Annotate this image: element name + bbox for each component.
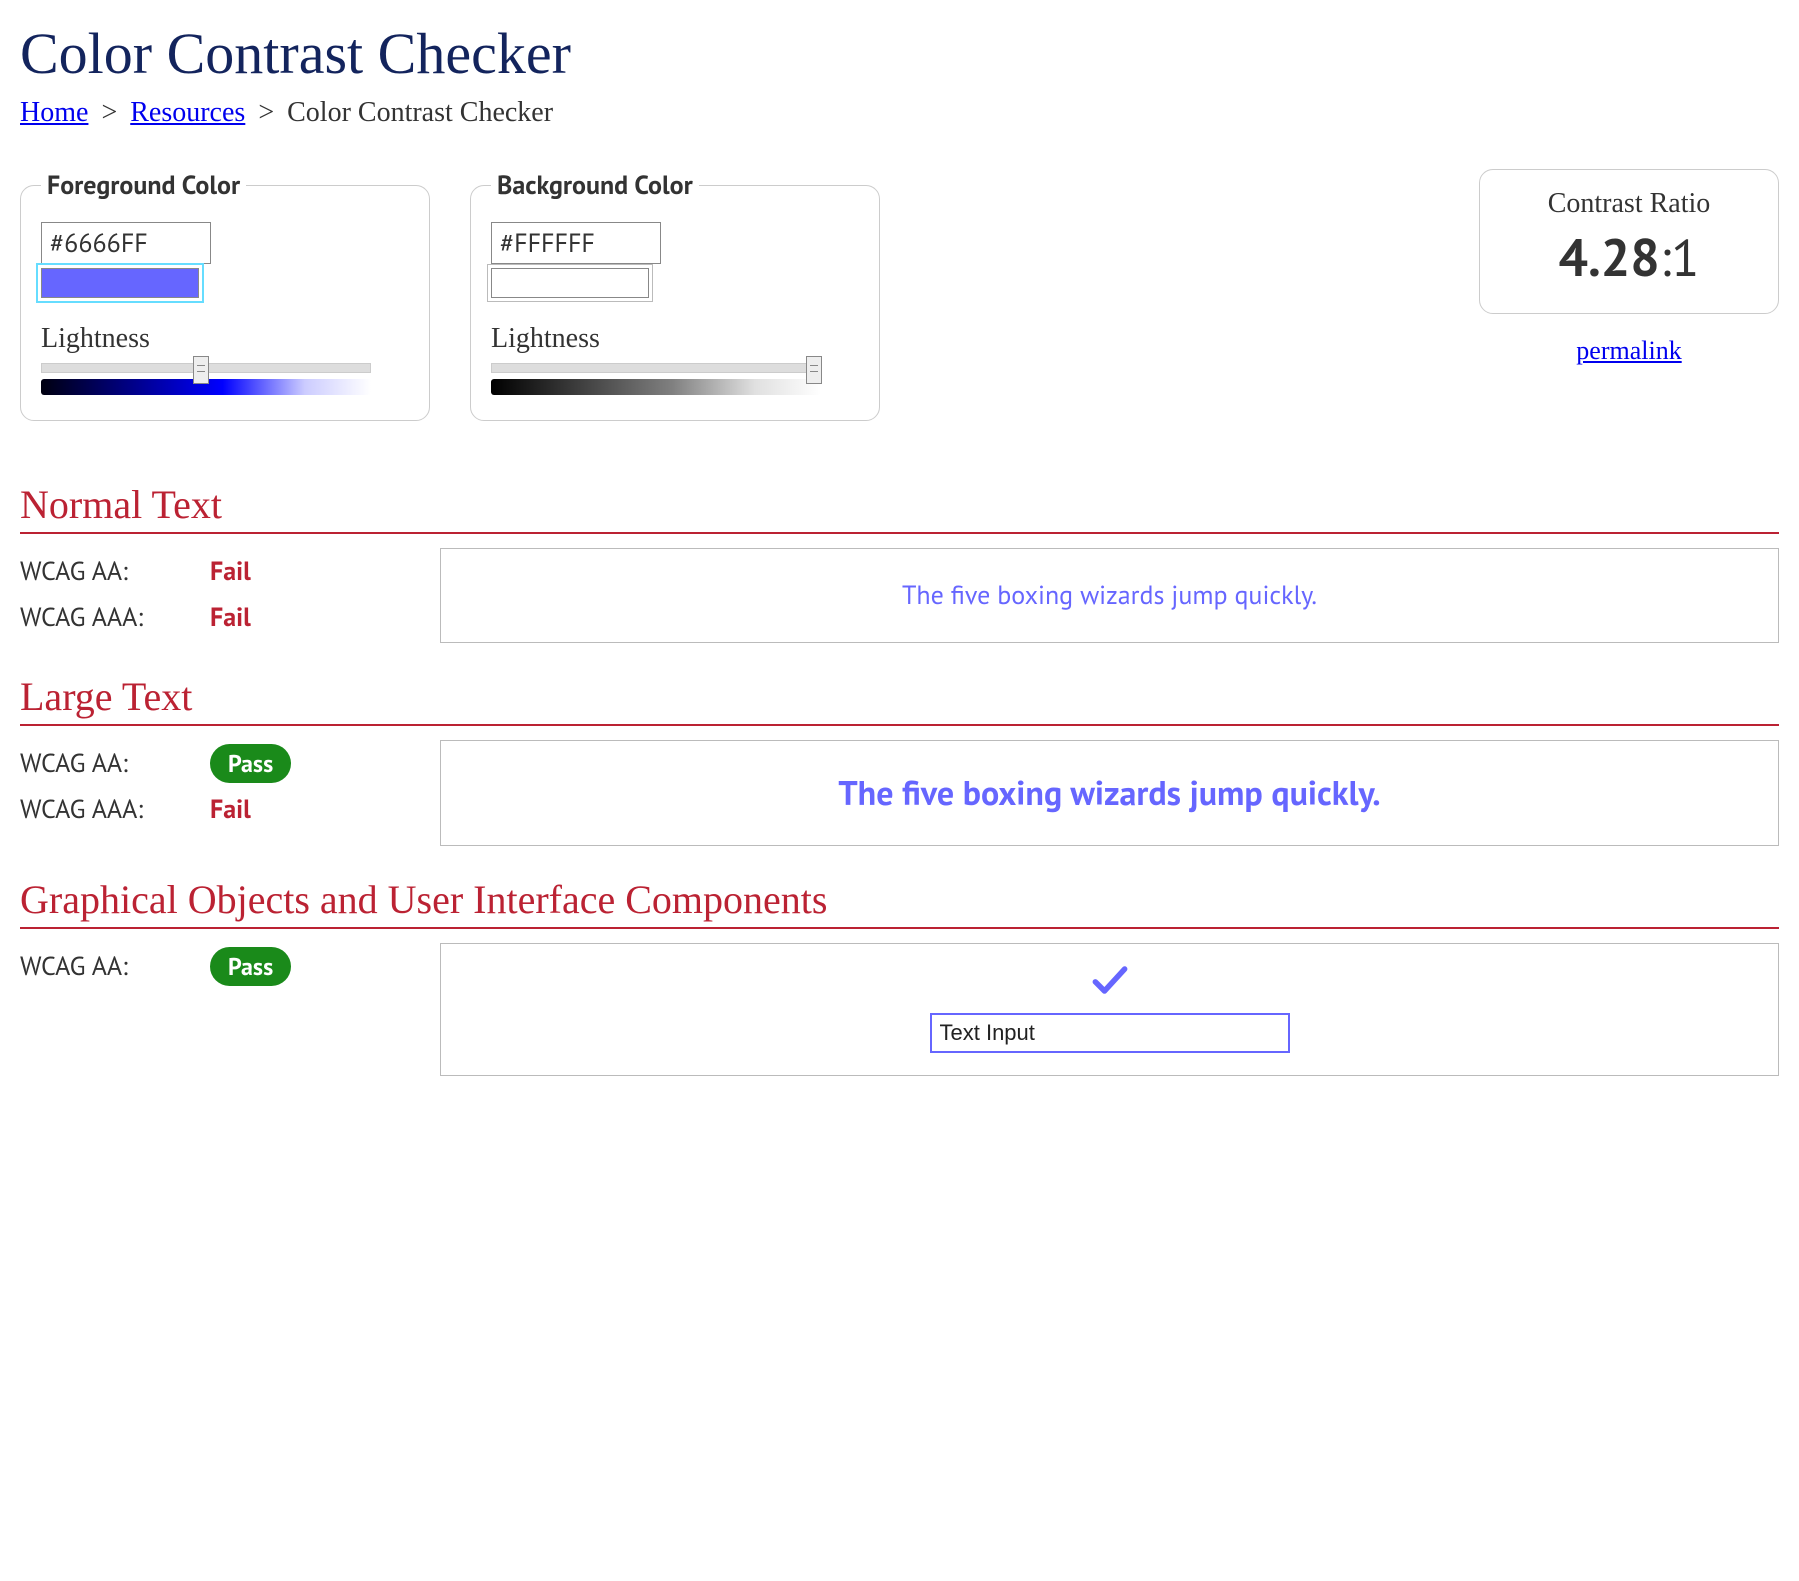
foreground-swatch[interactable] bbox=[41, 268, 199, 298]
page-title: Color Contrast Checker bbox=[20, 20, 1779, 87]
large-wcag-aaa-label: WCAG AAA: bbox=[20, 793, 210, 826]
foreground-lightness-slider[interactable] bbox=[41, 363, 371, 373]
background-lightness-slider[interactable] bbox=[491, 363, 821, 373]
slider-thumb[interactable] bbox=[806, 356, 822, 384]
large-wcag-aa-result: Pass bbox=[210, 744, 291, 783]
background-legend: Background Color bbox=[491, 169, 699, 202]
breadcrumb-home-link[interactable]: Home bbox=[20, 97, 88, 128]
normal-wcag-aa-label: WCAG AA: bbox=[20, 555, 210, 588]
section-rule bbox=[20, 724, 1779, 726]
background-panel: Background Color Lightness bbox=[470, 169, 880, 421]
contrast-ratio-value: 4.28:1 bbox=[1500, 224, 1758, 291]
breadcrumb-sep: > bbox=[101, 97, 117, 128]
contrast-ratio-box: Contrast Ratio 4.28:1 bbox=[1479, 169, 1779, 314]
section-rule bbox=[20, 532, 1779, 534]
large-text-sample: The five boxing wizards jump quickly. bbox=[838, 771, 1380, 815]
permalink-link[interactable]: permalink bbox=[1576, 336, 1681, 366]
section-rule bbox=[20, 927, 1779, 929]
large-wcag-aaa-result: Fail bbox=[210, 793, 251, 826]
normal-text-heading: Normal Text bbox=[20, 481, 1779, 528]
breadcrumb: Home > Resources > Color Contrast Checke… bbox=[20, 97, 1779, 129]
background-gradient-bar bbox=[491, 379, 821, 395]
ui-sample-box bbox=[440, 943, 1779, 1076]
ui-sample-text-input[interactable] bbox=[930, 1013, 1290, 1053]
ui-wcag-aa-result: Pass bbox=[210, 947, 291, 986]
background-lightness-label: Lightness bbox=[491, 323, 859, 355]
ui-wcag-aa-label: WCAG AA: bbox=[20, 950, 210, 983]
foreground-legend: Foreground Color bbox=[41, 169, 246, 202]
foreground-hex-input[interactable] bbox=[41, 222, 211, 264]
breadcrumb-current: Color Contrast Checker bbox=[287, 97, 553, 128]
large-text-heading: Large Text bbox=[20, 673, 1779, 720]
normal-wcag-aa-result: Fail bbox=[210, 555, 251, 588]
background-swatch[interactable] bbox=[491, 268, 649, 298]
foreground-lightness-label: Lightness bbox=[41, 323, 409, 355]
normal-wcag-aaa-result: Fail bbox=[210, 601, 251, 634]
normal-wcag-aaa-label: WCAG AAA: bbox=[20, 601, 210, 634]
slider-thumb[interactable] bbox=[193, 356, 209, 384]
contrast-ratio-title: Contrast Ratio bbox=[1500, 188, 1758, 220]
normal-text-sample-box[interactable]: The five boxing wizards jump quickly. bbox=[440, 548, 1779, 643]
large-wcag-aa-label: WCAG AA: bbox=[20, 747, 210, 780]
ui-components-heading: Graphical Objects and User Interface Com… bbox=[20, 876, 1779, 923]
ratio-number: 4.28 bbox=[1559, 224, 1660, 291]
ratio-suffix: :1 bbox=[1660, 224, 1700, 291]
check-icon bbox=[1088, 958, 1132, 1002]
foreground-panel: Foreground Color Lightness bbox=[20, 169, 430, 421]
large-text-sample-box[interactable]: The five boxing wizards jump quickly. bbox=[440, 740, 1779, 846]
normal-text-sample: The five boxing wizards jump quickly. bbox=[902, 579, 1317, 612]
breadcrumb-resources-link[interactable]: Resources bbox=[130, 97, 245, 128]
background-hex-input[interactable] bbox=[491, 222, 661, 264]
breadcrumb-sep: > bbox=[258, 97, 274, 128]
